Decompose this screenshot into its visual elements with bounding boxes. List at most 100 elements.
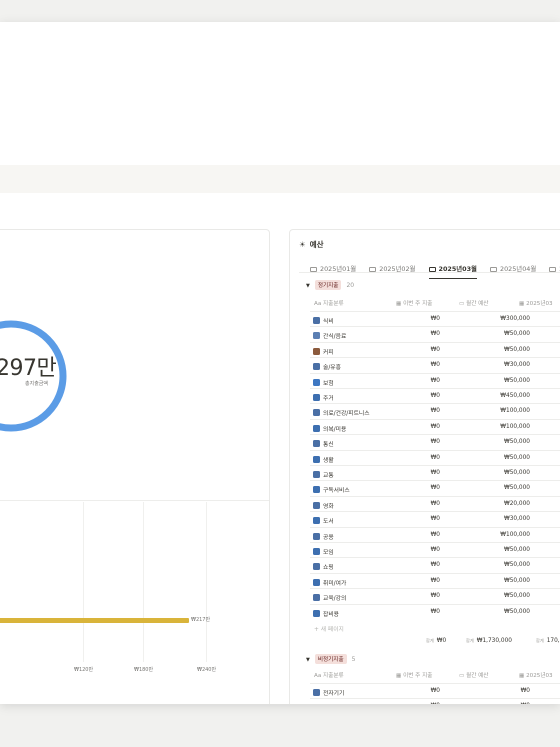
row-category[interactable]: 식비 [313, 316, 334, 325]
collapse-triangle-icon[interactable]: ▼ [306, 657, 310, 663]
row-category[interactable]: 의복/미용 [313, 424, 346, 433]
column-header-budget[interactable]: ▭ 월간 예산 [459, 299, 488, 307]
collapse-triangle-icon[interactable]: ▼ [306, 283, 310, 289]
row-category-label: 커피 [323, 349, 334, 356]
calendar-icon: ▦ [396, 301, 402, 307]
table-row[interactable]: 술/유흥₩0₩30,00027, [310, 357, 560, 373]
calendar-icon: ▦ [519, 301, 525, 307]
table-row[interactable]: 교육/강의 ₩0 ₩50,000 [310, 588, 560, 604]
sum-budget: 합계 ₩1,730,000 [466, 638, 512, 644]
table-row[interactable]: 생활 ₩0 ₩50,000 [310, 449, 560, 466]
row-category[interactable]: 잡비용 [313, 609, 339, 618]
number-icon: ▭ [459, 673, 465, 679]
column-header-week[interactable]: ▦ 이번 주 지출 [396, 671, 432, 679]
row-monthly-budget: ₩50,000 [503, 547, 530, 553]
row-category[interactable]: 구독서비스 [313, 485, 350, 494]
tab-2025-04[interactable]: 2025년04월 [490, 264, 536, 277]
tab-2025-02[interactable]: 2025년02월 [369, 264, 415, 277]
row-category-label: 취미/여가 [323, 580, 347, 587]
table-row[interactable]: 공용 ₩0 ₩100,000 [310, 526, 560, 543]
row-category[interactable]: 경조사선물 [313, 703, 350, 704]
row-category[interactable]: 교육/강의 [313, 593, 346, 602]
row-category-label: 공용 [323, 534, 334, 541]
table-row[interactable]: 경조사선물 ₩0 ₩0 [310, 698, 560, 704]
bar-value-label: ₩217만 [191, 617, 211, 623]
table-row[interactable]: 커피₩0₩50,0004, [310, 341, 560, 358]
tab-2025-more[interactable]: 2025 [549, 265, 560, 277]
table-row[interactable]: 취미/여가 ₩0 ₩50,000 [310, 572, 560, 589]
table-row[interactable]: 구독서비스₩0₩50,00015, [310, 480, 560, 496]
row-category[interactable]: 생활 [313, 455, 334, 464]
new-page-button[interactable]: + 새 페이지 [314, 624, 344, 633]
row-week-spend: ₩0 [430, 423, 440, 430]
row-category[interactable]: 도서 [313, 516, 334, 525]
row-category-label: 쇼핑 [323, 565, 334, 572]
group-header-irregular[interactable]: ▼ 비정기지출 5 [306, 654, 355, 664]
row-category[interactable]: 커피 [313, 347, 334, 356]
row-category[interactable]: 전자기기 [313, 688, 344, 697]
row-category[interactable]: 모임 [313, 547, 334, 556]
row-category[interactable]: 간식/음료 [313, 331, 346, 340]
row-week-spend: ₩0 [430, 331, 440, 338]
donut-chart [0, 320, 67, 432]
column-header-category[interactable]: Aa 지출분류 [314, 299, 344, 307]
column-header-budget[interactable]: ▭ 월간 예산 [459, 671, 488, 679]
row-week-spend: ₩0 [430, 316, 440, 322]
row-category[interactable]: 보험 [313, 378, 334, 387]
row-category-label: 교통 [323, 473, 334, 479]
table-row[interactable]: 보험₩0₩50,00050, [310, 372, 560, 389]
column-header-march[interactable]: ▦ 2025년03 [519, 299, 553, 307]
group-header-regular[interactable]: ▼ 정기지출 20 [306, 280, 354, 290]
row-category[interactable]: 쇼핑 [313, 562, 334, 571]
gridline [206, 502, 207, 662]
table-row[interactable]: 도서 ₩0 ₩30,000 [310, 511, 560, 527]
tab-2025-01[interactable]: 2025년01월 [310, 264, 356, 277]
row-monthly-budget: ₩450,000 [500, 393, 530, 399]
row-category-label: 모임 [323, 550, 334, 556]
row-monthly-budget: ₩50,000 [503, 454, 530, 461]
row-category[interactable]: 공용 [313, 532, 334, 541]
table-row[interactable]: 식비₩0₩300,00034, [310, 311, 560, 327]
row-week-spend: ₩0 [430, 377, 440, 384]
table-row[interactable]: 전자기기₩0₩02,000, [310, 683, 560, 699]
column-header-week[interactable]: ▦ 이번 주 지출 [396, 299, 432, 307]
table-row[interactable]: 통신 ₩0 ₩50,000 [310, 434, 560, 450]
people-icon [313, 548, 320, 555]
table-row[interactable]: 쇼핑 ₩0 ₩50,000 [310, 557, 560, 573]
row-monthly-budget: ₩20,000 [503, 500, 530, 507]
laptop-icon [313, 689, 320, 696]
row-category[interactable]: 취미/여가 [313, 578, 346, 587]
row-category[interactable]: 교통 [313, 470, 334, 479]
row-week-spend: ₩0 [430, 485, 440, 492]
row-monthly-budget: ₩100,000 [500, 531, 530, 538]
row-category[interactable]: 주거 [313, 393, 334, 402]
row-week-spend: ₩0 [430, 362, 440, 369]
insurance-icon [313, 378, 320, 386]
row-week-spend: ₩0 [430, 454, 440, 461]
table-row[interactable]: 영화₩0₩20,00030, [310, 495, 560, 512]
budget-database: ☀ 예산 2025년01월 2025년02월 2025년03월 2025년04월 … [289, 229, 560, 704]
row-category[interactable]: 통신 [313, 439, 334, 448]
table-row[interactable]: 의료/건강/피트니스 ₩0 ₩100,000 [310, 403, 560, 419]
column-header-category[interactable]: Aa 지출분류 [314, 671, 344, 679]
table-row[interactable]: 주거 ₩0 ₩450,000 [310, 388, 560, 404]
row-category[interactable]: 술/유흥 [313, 362, 341, 371]
app-window: 297만 총지출금액 ₩217만 ₩120만 ₩180만 ₩240만 ☀ 예산 2… [0, 22, 560, 704]
calendar-icon: ▦ [519, 673, 525, 679]
table-row[interactable]: 간식/음료 ₩0 ₩50,000 [310, 326, 560, 342]
row-category[interactable]: 영화 [313, 501, 334, 510]
row-week-spend: ₩0 [430, 516, 440, 523]
row-monthly-budget: ₩50,000 [503, 331, 530, 338]
row-week-spend: ₩0 [430, 547, 440, 553]
table-row[interactable]: 모임 ₩0 ₩50,000 [310, 542, 560, 558]
table-row[interactable]: 잡비용 ₩0 ₩50,000 [310, 603, 560, 620]
table-row[interactable]: 교통₩0₩50,0008, [310, 465, 560, 481]
row-category[interactable]: 의료/건강/피트니스 [313, 408, 370, 417]
sum-week: 합계 ₩0 [426, 638, 447, 644]
row-week-spend: ₩0 [430, 608, 440, 615]
tab-2025-03[interactable]: 2025년03월 [428, 264, 478, 279]
table-row[interactable]: 의복/미용 ₩0 ₩100,000 [310, 418, 560, 435]
tab-divider [299, 272, 560, 273]
gridline [83, 502, 84, 662]
column-header-march[interactable]: ▦ 2025년03 [519, 671, 553, 679]
